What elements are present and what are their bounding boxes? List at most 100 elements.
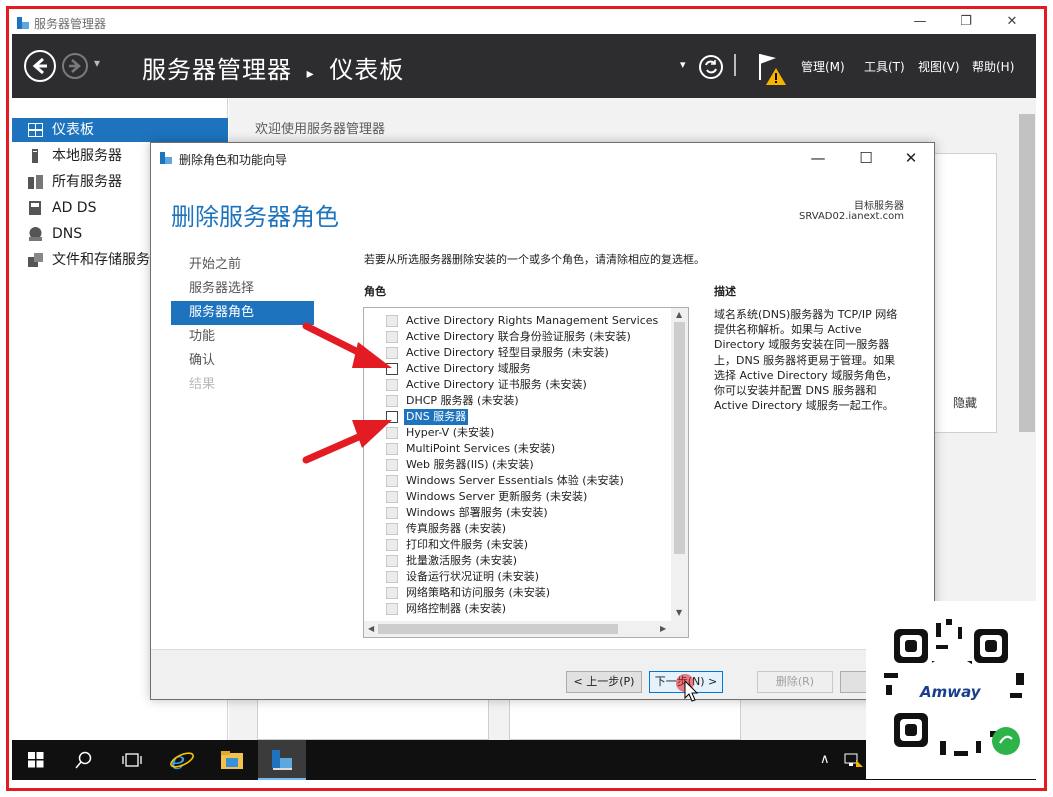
list-item[interactable]: 传真服务器 (未安装) <box>364 521 672 537</box>
roles-list[interactable]: Active Directory Rights Management Servi… <box>363 307 689 638</box>
header-divider <box>734 54 736 76</box>
close-button[interactable]: ✕ <box>1000 14 1024 32</box>
notifications-flag-icon[interactable] <box>756 50 788 86</box>
history-dropdown-icon[interactable]: ▾ <box>94 56 100 70</box>
list-item[interactable]: Windows Server Essentials 体验 (未安装) <box>364 473 672 489</box>
sidebar-item-dashboard[interactable]: 仪表板 <box>12 118 228 142</box>
remove-roles-dialog: 删除角色和功能向导 — ☐ ✕ 删除服务器角色 目标服务器 SRVAD02.ia… <box>150 142 935 700</box>
menu-manage[interactable]: 管理(M) <box>801 58 845 75</box>
task-view-icon <box>122 753 142 767</box>
content-scrollbar[interactable] <box>1019 114 1035 432</box>
back-button[interactable] <box>24 50 56 82</box>
role-checkbox[interactable] <box>386 571 398 583</box>
role-checkbox-dns[interactable] <box>386 411 398 423</box>
taskbar-explorer[interactable] <box>208 740 256 780</box>
role-checkbox-ad-ds[interactable] <box>386 363 398 375</box>
list-item[interactable]: Hyper-V (未安装) <box>364 425 672 441</box>
sidebar-item-label: 所有服务器 <box>52 174 122 190</box>
window-title: 服务器管理器 <box>34 17 107 31</box>
list-item[interactable]: 打印和文件服务 (未安装) <box>364 537 672 553</box>
dialog-maximize-button[interactable]: ☐ <box>851 147 881 169</box>
list-item[interactable]: Active Directory 域服务 <box>364 361 672 377</box>
list-item[interactable]: 批量激活服务 (未安装) <box>364 553 672 569</box>
role-checkbox[interactable] <box>386 507 398 519</box>
taskbar-edge[interactable]: e <box>158 740 206 780</box>
list-item[interactable]: Active Directory 证书服务 (未安装) <box>364 377 672 393</box>
dialog-minimize-button[interactable]: — <box>803 147 833 169</box>
role-checkbox[interactable] <box>386 603 398 615</box>
hide-link[interactable]: 隐藏 <box>953 394 977 411</box>
forward-button[interactable] <box>62 53 88 79</box>
welcome-panel <box>934 153 997 433</box>
internet-explorer-icon: e <box>170 747 194 773</box>
scroll-down-icon[interactable]: ▼ <box>676 608 682 617</box>
role-label: Active Directory 证书服务 (未安装) <box>406 378 587 391</box>
taskbar-server-manager[interactable] <box>258 740 306 780</box>
header-dropdown-icon[interactable]: ▾ <box>680 58 686 71</box>
menu-help[interactable]: 帮助(H) <box>972 58 1014 75</box>
role-description: 域名系统(DNS)服务器为 TCP/IP 网络提供名称解析。如果与 Active… <box>714 308 898 413</box>
list-item[interactable]: MultiPoint Services (未安装) <box>364 441 672 457</box>
scrollbar-thumb[interactable] <box>378 624 618 634</box>
scrollbar-thumb[interactable] <box>674 322 685 554</box>
role-checkbox[interactable] <box>386 315 398 327</box>
sidebar-item-label: DNS <box>52 226 83 242</box>
network-icon[interactable] <box>844 752 864 768</box>
role-checkbox[interactable] <box>386 475 398 487</box>
role-checkbox[interactable] <box>386 331 398 343</box>
scroll-up-icon[interactable]: ▲ <box>676 310 682 319</box>
tray-expand-icon[interactable]: ∧ <box>820 752 830 767</box>
role-checkbox[interactable] <box>386 347 398 359</box>
wizard-step-server-selection[interactable]: 服务器选择 <box>171 277 314 301</box>
list-item[interactable]: DNS 服务器 <box>364 409 672 425</box>
search-button[interactable] <box>60 740 108 780</box>
list-item[interactable]: Windows Server 更新服务 (未安装) <box>364 489 672 505</box>
role-checkbox[interactable] <box>386 443 398 455</box>
list-item[interactable]: 网络策略和访问服务 (未安装) <box>364 585 672 601</box>
roles-vertical-scrollbar[interactable]: ▲ ▼ <box>671 308 688 622</box>
dialog-footer: < 上一步(P) 下一步(N) > 删除(R) <box>151 649 934 699</box>
scroll-left-icon[interactable]: ◀ <box>368 624 374 633</box>
target-server-value: SRVAD02.ianext.com <box>799 211 904 222</box>
role-checkbox[interactable] <box>386 459 398 471</box>
role-label: Hyper-V (未安装) <box>406 426 495 439</box>
wizard-step-confirmation[interactable]: 确认 <box>171 349 314 373</box>
menu-view[interactable]: 视图(V) <box>918 58 960 75</box>
role-checkbox[interactable] <box>386 491 398 503</box>
refresh-icon[interactable] <box>698 54 724 80</box>
list-item[interactable]: Active Directory Rights Management Servi… <box>364 313 672 329</box>
menu-tools[interactable]: 工具(T) <box>864 58 905 75</box>
wizard-step-server-roles[interactable]: 服务器角色 <box>171 301 314 325</box>
dns-icon <box>29 227 42 241</box>
list-item[interactable]: Windows 部署服务 (未安装) <box>364 505 672 521</box>
role-checkbox[interactable] <box>386 587 398 599</box>
list-item[interactable]: Active Directory 轻型目录服务 (未安装) <box>364 345 672 361</box>
role-checkbox[interactable] <box>386 427 398 439</box>
role-label: DHCP 服务器 (未安装) <box>406 394 519 407</box>
list-item[interactable]: 设备运行状况证明 (未安装) <box>364 569 672 585</box>
wizard-step-before-you-begin[interactable]: 开始之前 <box>171 253 314 277</box>
scroll-right-icon[interactable]: ▶ <box>660 624 666 633</box>
tile-panel <box>509 696 741 740</box>
start-button[interactable] <box>12 740 60 780</box>
role-checkbox[interactable] <box>386 523 398 535</box>
list-item[interactable]: 网络控制器 (未安装) <box>364 601 672 617</box>
description-header: 描述 <box>714 285 736 298</box>
roles-header: 角色 <box>364 285 386 298</box>
list-item[interactable]: DHCP 服务器 (未安装) <box>364 393 672 409</box>
role-checkbox[interactable] <box>386 539 398 551</box>
list-item[interactable]: Web 服务器(IIS) (未安装) <box>364 457 672 473</box>
task-view-button[interactable] <box>108 740 156 780</box>
role-checkbox[interactable] <box>386 379 398 391</box>
prev-button[interactable]: < 上一步(P) <box>566 671 642 693</box>
servers-icon <box>28 175 43 189</box>
dialog-close-button[interactable]: ✕ <box>896 147 926 169</box>
minimize-button[interactable]: — <box>908 14 932 32</box>
list-item[interactable]: Active Directory 联合身份验证服务 (未安装) <box>364 329 672 345</box>
restore-button[interactable]: ❐ <box>954 14 978 32</box>
wizard-step-features[interactable]: 功能 <box>171 325 314 349</box>
role-checkbox[interactable] <box>386 555 398 567</box>
roles-horizontal-scrollbar[interactable]: ◀ ▶ <box>364 621 688 637</box>
role-checkbox[interactable] <box>386 395 398 407</box>
wizard-icon <box>160 152 172 164</box>
